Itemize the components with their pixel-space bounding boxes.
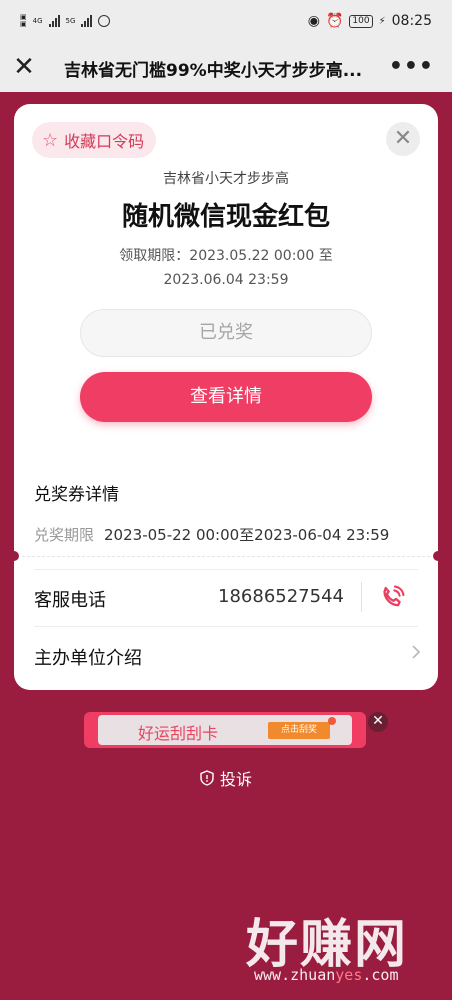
banner-inner: 好运刮刮卡 点击刮奖: [98, 715, 352, 745]
5g-signal-icon: [81, 15, 93, 27]
watermark-url-suffix: .com: [362, 966, 399, 984]
notification-dot-icon: [328, 717, 336, 725]
status-left-icons: ▣ ▣ 4G 5G: [20, 13, 111, 28]
claim-period-line1: 领取期限：2023.05.22 00:00 至: [119, 248, 333, 264]
service-phone-value[interactable]: 18686527544: [218, 586, 344, 607]
banner-close-button[interactable]: ✕: [368, 712, 388, 732]
row-divider: [34, 626, 418, 627]
view-details-button[interactable]: 查看详情: [80, 372, 372, 422]
watermark-url: www.zhuanyes.com: [254, 966, 399, 984]
prize-title: 随机微信现金红包: [121, 202, 330, 232]
nav-bar: ✕ 吉林省无门槛99%中奖小天才步步高... •••: [0, 46, 452, 92]
scratch-card-banner[interactable]: 好运刮刮卡 点击刮奖: [84, 712, 366, 748]
close-icon: ✕: [393, 126, 413, 151]
complaint-label: 投诉: [219, 770, 252, 789]
close-icon[interactable]: ✕: [12, 54, 36, 80]
redeem-period-row: 兑奖期限 2023-05-22 00:00至2023-06-04 23:59: [34, 524, 389, 545]
more-menu-icon[interactable]: •••: [389, 54, 434, 79]
charging-icon: ⚡: [378, 15, 386, 27]
network-4g-label: 4G: [32, 16, 43, 25]
favorite-code-button[interactable]: ☆ 收藏口令码: [32, 122, 157, 158]
battery-icon: 100: [349, 14, 373, 28]
claim-period-line2: 2023.06.04 23:59: [163, 272, 289, 288]
prize-card: ☆ 收藏口令码 ✕ 吉林省小天才步步高 随机微信现金红包 领取期限：2023.0…: [9, 104, 443, 690]
4g-signal-icon: [48, 15, 60, 27]
status-bar: ▣ ▣ 4G 5G ◉ ⏰ 100 ⚡ 08:25: [0, 0, 452, 46]
card-dashed-divider: [22, 556, 430, 557]
complaint-link[interactable]: 投诉: [0, 766, 452, 790]
eye-icon: ◉: [307, 13, 320, 29]
card-close-button[interactable]: ✕: [386, 122, 420, 156]
phone-separator: [361, 582, 362, 612]
star-icon: ☆: [42, 129, 59, 151]
row-divider: [34, 569, 418, 570]
alarm-icon: ⏰: [325, 13, 344, 29]
coupon-details-title: 兑奖券详情: [34, 485, 119, 505]
organizer-intro-label[interactable]: 主办单位介绍: [34, 644, 142, 670]
phone-call-icon[interactable]: [378, 584, 406, 612]
card-notch-right: [433, 551, 443, 561]
service-phone-label: 客服电话: [34, 590, 106, 611]
sync-icon: [98, 15, 111, 27]
organizer-name: 吉林省小天才步步高: [163, 171, 289, 187]
shield-alert-icon: [200, 770, 214, 786]
card-notch-left: [9, 551, 19, 561]
redeemed-status-button: 已兑奖: [80, 309, 372, 357]
redeem-period-label: 兑奖期限: [34, 526, 95, 544]
close-icon: ✕: [372, 713, 384, 729]
watermark-url-accent: yes: [335, 966, 363, 984]
chevron-right-icon[interactable]: [410, 644, 422, 660]
watermark-url-prefix: www.zhuan: [254, 966, 336, 984]
redeem-period-value: 2023-05-22 00:00至2023-06-04 23:59: [104, 526, 390, 544]
banner-scratch-button[interactable]: 点击刮奖: [268, 722, 330, 739]
status-right-icons: ◉ ⏰ 100 ⚡ 08:25: [308, 13, 432, 29]
status-time: 08:25: [391, 13, 432, 29]
favorite-code-label: 收藏口令码: [64, 132, 145, 151]
sim-icon: ▣ ▣: [20, 13, 27, 28]
banner-text: 好运刮刮卡: [138, 724, 219, 743]
page-title: 吉林省无门槛99%中奖小天才步步高...: [64, 61, 363, 81]
claim-period: 领取期限：2023.05.22 00:00 至 2023.06.04 23:59: [94, 244, 358, 292]
network-5g-label: 5G: [65, 16, 76, 25]
